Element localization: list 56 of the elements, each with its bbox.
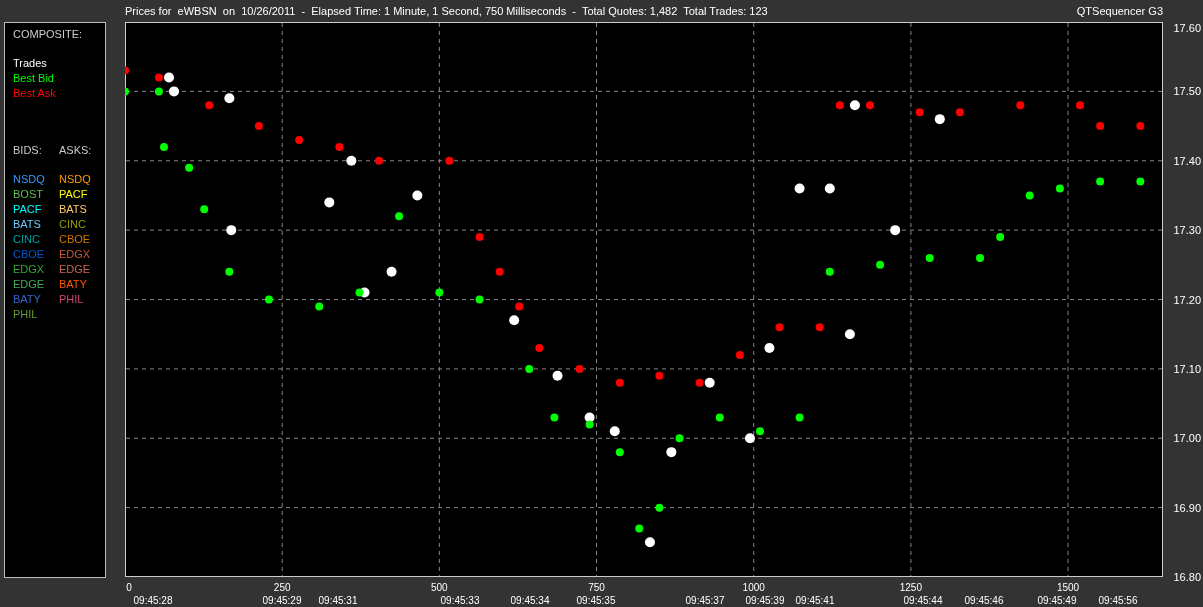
time-label: 09:45:39 [745, 595, 785, 606]
time-label: 09:45:33 [440, 595, 480, 606]
legend-label: PACF [13, 203, 42, 215]
time-label: 09:45:28 [133, 595, 173, 606]
time-label: 09:45:56 [1098, 595, 1138, 606]
legend-label: EDGX [13, 263, 45, 275]
y-tick-label: 16.90 [1173, 501, 1201, 514]
time-label: 09:45:37 [685, 595, 725, 606]
legend-label: NSDQ [59, 173, 91, 185]
time-label: 09:45:31 [318, 595, 358, 606]
x-tick-label: 250 [273, 582, 291, 593]
legend-label: EDGE [13, 278, 45, 290]
legend-label: CBOE [13, 248, 45, 260]
legend-label: NSDQ [13, 173, 45, 185]
x-tick-label: 1250 [899, 582, 922, 593]
legend-label: EDGX [59, 248, 91, 260]
time-label: 09:45:49 [1037, 595, 1077, 606]
time-label: 09:45:44 [903, 595, 943, 606]
legend-label: EDGE [59, 263, 91, 275]
legend-label: BATS [59, 203, 87, 215]
legend-label: PHIL [13, 308, 38, 320]
legend-heading: BIDS: [13, 144, 42, 156]
y-tick-label: 17.50 [1173, 85, 1201, 98]
y-tick-label: 17.10 [1173, 362, 1201, 375]
legend-label: Trades [13, 57, 47, 69]
legend-label: CINC [59, 218, 86, 230]
x-tick-label: 500 [431, 582, 448, 593]
legend-heading: COMPOSITE: [13, 28, 83, 40]
y-tick-label: 17.30 [1173, 224, 1201, 237]
y-tick-label: 17.20 [1173, 293, 1201, 306]
chart-title: Prices for eWBSN on 10/26/2011 - Elapsed Time: 1 Minute, 1 Second, 750 Milliseconds - Total Quotes: 1,482 Total Trades: 123 [125, 3, 768, 19]
legend-label: BATY [13, 293, 41, 305]
time-label: 09:45:41 [795, 595, 835, 606]
legend-label: BATS [13, 218, 41, 230]
y-tick-label: 17.40 [1173, 154, 1201, 167]
time-label: 09:45:34 [510, 595, 550, 606]
legend-label: CINC [13, 233, 40, 245]
legend-label: CBOE [59, 233, 91, 245]
legend-label: PACF [59, 188, 88, 200]
app-name: QTSequencer G3 [1076, 3, 1163, 19]
legend-label: BOST [13, 188, 43, 200]
y-tick-label: 16.80 [1173, 571, 1201, 583]
y-tick-label: 17.00 [1173, 432, 1201, 445]
legend-heading: ASKS: [59, 144, 92, 156]
legend-label: Best Ask [13, 87, 56, 99]
legend-label: Best Bid [13, 72, 54, 84]
x-tick-label: 1500 [1056, 582, 1080, 593]
legend-label: PHIL [59, 293, 84, 305]
x-tick-label: 750 [588, 582, 605, 593]
y-tick-label: 17.60 [1173, 22, 1201, 34]
x-tick-label: 0 [126, 582, 132, 593]
time-label: 09:45:29 [262, 595, 302, 606]
time-label: 09:45:46 [964, 595, 1004, 606]
time-label: 09:45:35 [576, 595, 616, 606]
x-tick-label: 1000 [742, 582, 765, 593]
legend-label: BATY [59, 278, 87, 290]
